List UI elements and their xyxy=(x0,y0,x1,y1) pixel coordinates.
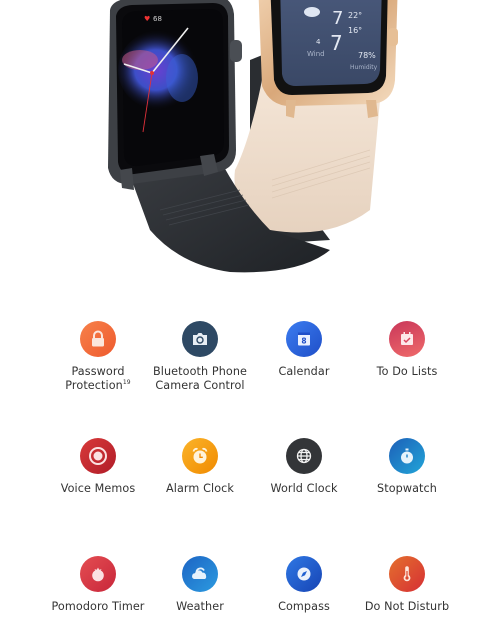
feature-label: Compass xyxy=(278,600,330,613)
todo-icon xyxy=(389,321,425,357)
feature-label: Stopwatch xyxy=(377,482,437,495)
feature-stopwatch: Stopwatch xyxy=(347,438,467,496)
features-grid: Password Protection19 Bluetooth Phone Cam… xyxy=(0,0,500,641)
feature-label: Bluetooth Phone Camera Control xyxy=(152,365,248,392)
alarm-clock-icon xyxy=(182,438,218,474)
feature-label: To Do Lists xyxy=(376,365,438,378)
lock-icon xyxy=(80,321,116,357)
feature-compass: Compass xyxy=(244,556,364,614)
feature-world-clock: World Clock xyxy=(244,438,364,496)
stopwatch-icon xyxy=(389,438,425,474)
feature-calendar: 8 Calendar xyxy=(244,321,364,379)
tomato-icon xyxy=(80,556,116,592)
feature-to-do-lists: To Do Lists xyxy=(347,321,467,379)
feature-label: Weather xyxy=(176,600,224,613)
globe-icon xyxy=(286,438,322,474)
feature-bluetooth-camera: Bluetooth Phone Camera Control xyxy=(140,321,260,393)
record-icon xyxy=(80,438,116,474)
calendar-icon: 8 xyxy=(286,321,322,357)
feature-alarm-clock: Alarm Clock xyxy=(140,438,260,496)
cloud-icon xyxy=(182,556,218,592)
feature-label: Alarm Clock xyxy=(166,482,234,495)
feature-label: Calendar xyxy=(278,365,330,378)
camera-icon xyxy=(182,321,218,357)
svg-text:8: 8 xyxy=(301,337,306,346)
feature-label: Do Not Disturb xyxy=(364,600,450,613)
compass-icon xyxy=(286,556,322,592)
feature-do-not-disturb: Do Not Disturb xyxy=(347,556,467,614)
feature-label: World Clock xyxy=(270,482,338,495)
thermometer-icon xyxy=(389,556,425,592)
feature-weather: Weather xyxy=(140,556,260,614)
